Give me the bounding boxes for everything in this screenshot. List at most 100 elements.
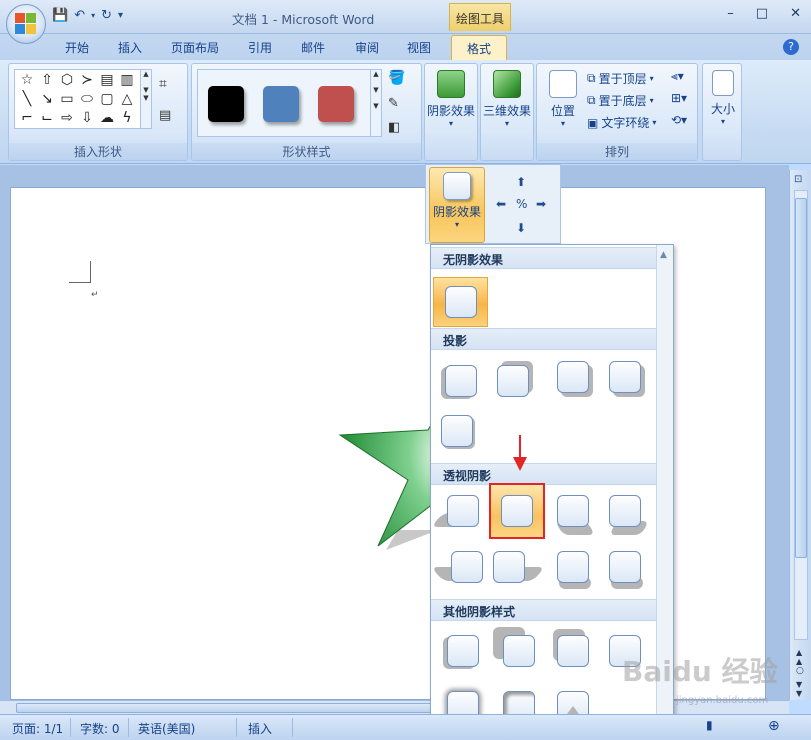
watermark-url: jingyan.baidu.com (676, 695, 769, 706)
margin-mark-vertical (90, 261, 91, 283)
rounded-rectangle-shape-icon[interactable]: ▢ (97, 90, 117, 109)
tab-insert[interactable]: 插入 (118, 39, 142, 56)
office-button[interactable] (6, 4, 46, 44)
cloud-shape-icon[interactable]: ☁ (97, 109, 117, 128)
perspective-shadow-option-6[interactable] (493, 551, 525, 583)
hexagon-shape-icon[interactable]: ⬡ (57, 71, 77, 90)
change-shape-icon[interactable]: ◧ (388, 120, 400, 135)
no-shadow-option[interactable] (433, 277, 488, 327)
perspective-shadow-option-7[interactable] (557, 551, 589, 583)
perspective-shadow-option-highlighted[interactable] (489, 483, 545, 539)
shadow-effects-group: 阴影效果 ▾ (424, 63, 478, 161)
right-arrow-shape-icon[interactable]: ⇨ (57, 109, 77, 128)
rectangle-shape-icon[interactable]: ▭ (57, 90, 77, 109)
undo-icon[interactable]: ↶ (74, 8, 85, 23)
star-shape-icon[interactable]: ☆ (17, 71, 37, 90)
vertical-text-box-shape-icon[interactable]: ▥ (117, 71, 137, 90)
position-button[interactable]: 位置 ▾ (537, 67, 589, 128)
down-arrow-shape-icon[interactable]: ⇩ (77, 109, 97, 128)
align-icon[interactable]: ⫷▾ (671, 69, 684, 84)
line-shape-icon[interactable]: ╲ (17, 90, 37, 109)
nudge-left-icon[interactable]: ⬅ (496, 197, 506, 211)
bring-to-front-button[interactable]: ⧉ 置于顶层 ▾ (587, 70, 654, 87)
shape-fill-icon[interactable]: 🪣 (388, 70, 405, 86)
triangle-shape-icon[interactable]: △ (117, 90, 137, 109)
perspective-shadow-option-1[interactable] (447, 495, 479, 527)
rotate-icon[interactable]: ⟲▾ (671, 113, 687, 127)
freeform-shape-icon[interactable]: ϟ (117, 109, 137, 128)
drop-shadow-option-5[interactable] (441, 415, 473, 447)
shadow-effects-flyout-button[interactable]: 阴影效果 ▾ (429, 167, 485, 243)
elbow-connector-shape-icon[interactable]: ⌐ (17, 109, 37, 128)
help-icon[interactable]: ? (783, 39, 799, 55)
tab-references[interactable]: 引用 (248, 39, 272, 56)
status-page[interactable]: 页面: 1/1 (12, 720, 63, 737)
drop-shadow-option-1[interactable] (445, 365, 477, 397)
up-arrow-shape-icon[interactable]: ⇧ (37, 71, 57, 90)
oval-shape-icon[interactable]: ⬭ (77, 90, 97, 109)
other-shadow-option-1[interactable] (447, 635, 479, 667)
arrow-line-shape-icon[interactable]: ↘ (37, 90, 57, 109)
other-shadow-option-2[interactable] (503, 635, 535, 667)
undo-dropdown-icon[interactable]: ▾ (91, 11, 95, 20)
shapes-gallery-scroll[interactable]: ▲ ▼ ▼ (140, 69, 152, 129)
size-group: 大小 ▾ (702, 63, 742, 161)
maximize-button[interactable]: □ (756, 6, 768, 21)
red-pointer-arrow (513, 435, 527, 471)
tab-format[interactable]: 格式 (451, 35, 507, 60)
edit-shape-icon[interactable]: ⌗ (159, 76, 167, 92)
perspective-shadow-option-4[interactable] (609, 495, 641, 527)
send-to-back-button[interactable]: ⧉ 置于底层 ▾ (587, 92, 654, 109)
tab-mailings[interactable]: 邮件 (301, 39, 325, 56)
style-swatch-red[interactable] (318, 86, 354, 122)
vertical-scrollbar[interactable]: ⊡ ▲ ▲ ○ ▼ ▼ (789, 170, 811, 700)
tab-home[interactable]: 开始 (65, 39, 89, 56)
scroll-thumb[interactable] (795, 198, 807, 558)
group-icon[interactable]: ⊞▾ (671, 91, 687, 105)
styles-gallery-scroll[interactable]: ▲ ▼ ▼ (370, 69, 382, 137)
ruler-toggle-icon[interactable]: ⊡ (794, 174, 802, 185)
close-button[interactable]: ✕ (790, 6, 801, 21)
shapes-gallery[interactable]: ☆ ⇧ ⬡ ≻ ▤ ▥ ╲ ↘ ▭ ⬭ ▢ △ ⌐ ⌙ ⇨ ⇩ ☁ ϟ (14, 69, 152, 129)
perspective-shadow-option-3[interactable] (557, 495, 589, 527)
zoom-slider-thumb-icon[interactable]: ▮ (706, 718, 713, 732)
tab-review[interactable]: 审阅 (355, 39, 379, 56)
qat-customize-icon[interactable]: ▾ (118, 10, 123, 21)
shape-outline-icon[interactable]: ✎ (388, 96, 399, 111)
shape-styles-gallery[interactable] (197, 69, 371, 137)
drop-shadow-option-3[interactable] (557, 361, 589, 393)
browse-object-icon[interactable]: ○ (796, 666, 804, 676)
status-language[interactable]: 英语(美国) (138, 720, 195, 737)
tab-page-layout[interactable]: 页面布局 (171, 39, 219, 56)
status-insert-mode[interactable]: 插入 (248, 720, 272, 737)
text-box-icon[interactable]: ▤ (159, 108, 171, 123)
previous-page-icon[interactable]: ▲ ▲ (796, 648, 802, 666)
status-word-count[interactable]: 字数: 0 (80, 720, 120, 737)
size-button[interactable]: 大小 ▾ (697, 67, 749, 126)
nudge-down-icon[interactable]: ⬇ (516, 221, 526, 235)
text-box-shape-icon[interactable]: ▤ (97, 71, 117, 90)
redo-icon[interactable]: ↻ (101, 8, 112, 23)
toggle-shadow-icon[interactable]: % (516, 197, 527, 211)
text-wrapping-button[interactable]: ▣ 文字环绕 ▾ (587, 114, 656, 131)
nudge-up-icon[interactable]: ⬆ (516, 175, 526, 189)
shadow-effects-button[interactable]: 阴影效果 ▾ (425, 67, 477, 128)
perspective-shadow-option-8[interactable] (609, 551, 641, 583)
other-shadow-option-3[interactable] (557, 635, 589, 667)
style-swatch-black[interactable] (208, 86, 244, 122)
save-icon[interactable]: 💾 (52, 8, 68, 23)
3d-effects-button[interactable]: 三维效果 ▾ (481, 67, 533, 128)
drop-shadow-option-4[interactable] (609, 361, 641, 393)
gallery-scroll-up-icon[interactable]: ▲ (660, 250, 667, 260)
drop-shadow-option-2[interactable] (497, 365, 529, 397)
zoom-in-icon[interactable]: ⊕ (768, 718, 780, 734)
minimize-button[interactable]: – (727, 6, 734, 21)
tab-view[interactable]: 视图 (407, 39, 431, 56)
elbow-arrow-connector-shape-icon[interactable]: ⌙ (37, 109, 57, 128)
nudge-right-icon[interactable]: ➡ (536, 197, 546, 211)
chevron-shape-icon[interactable]: ≻ (77, 71, 97, 90)
style-swatch-blue[interactable] (263, 86, 299, 122)
next-page-icon[interactable]: ▼ ▼ (796, 680, 802, 698)
window-controls: – □ ✕ (727, 6, 801, 21)
perspective-shadow-option-5[interactable] (451, 551, 483, 583)
